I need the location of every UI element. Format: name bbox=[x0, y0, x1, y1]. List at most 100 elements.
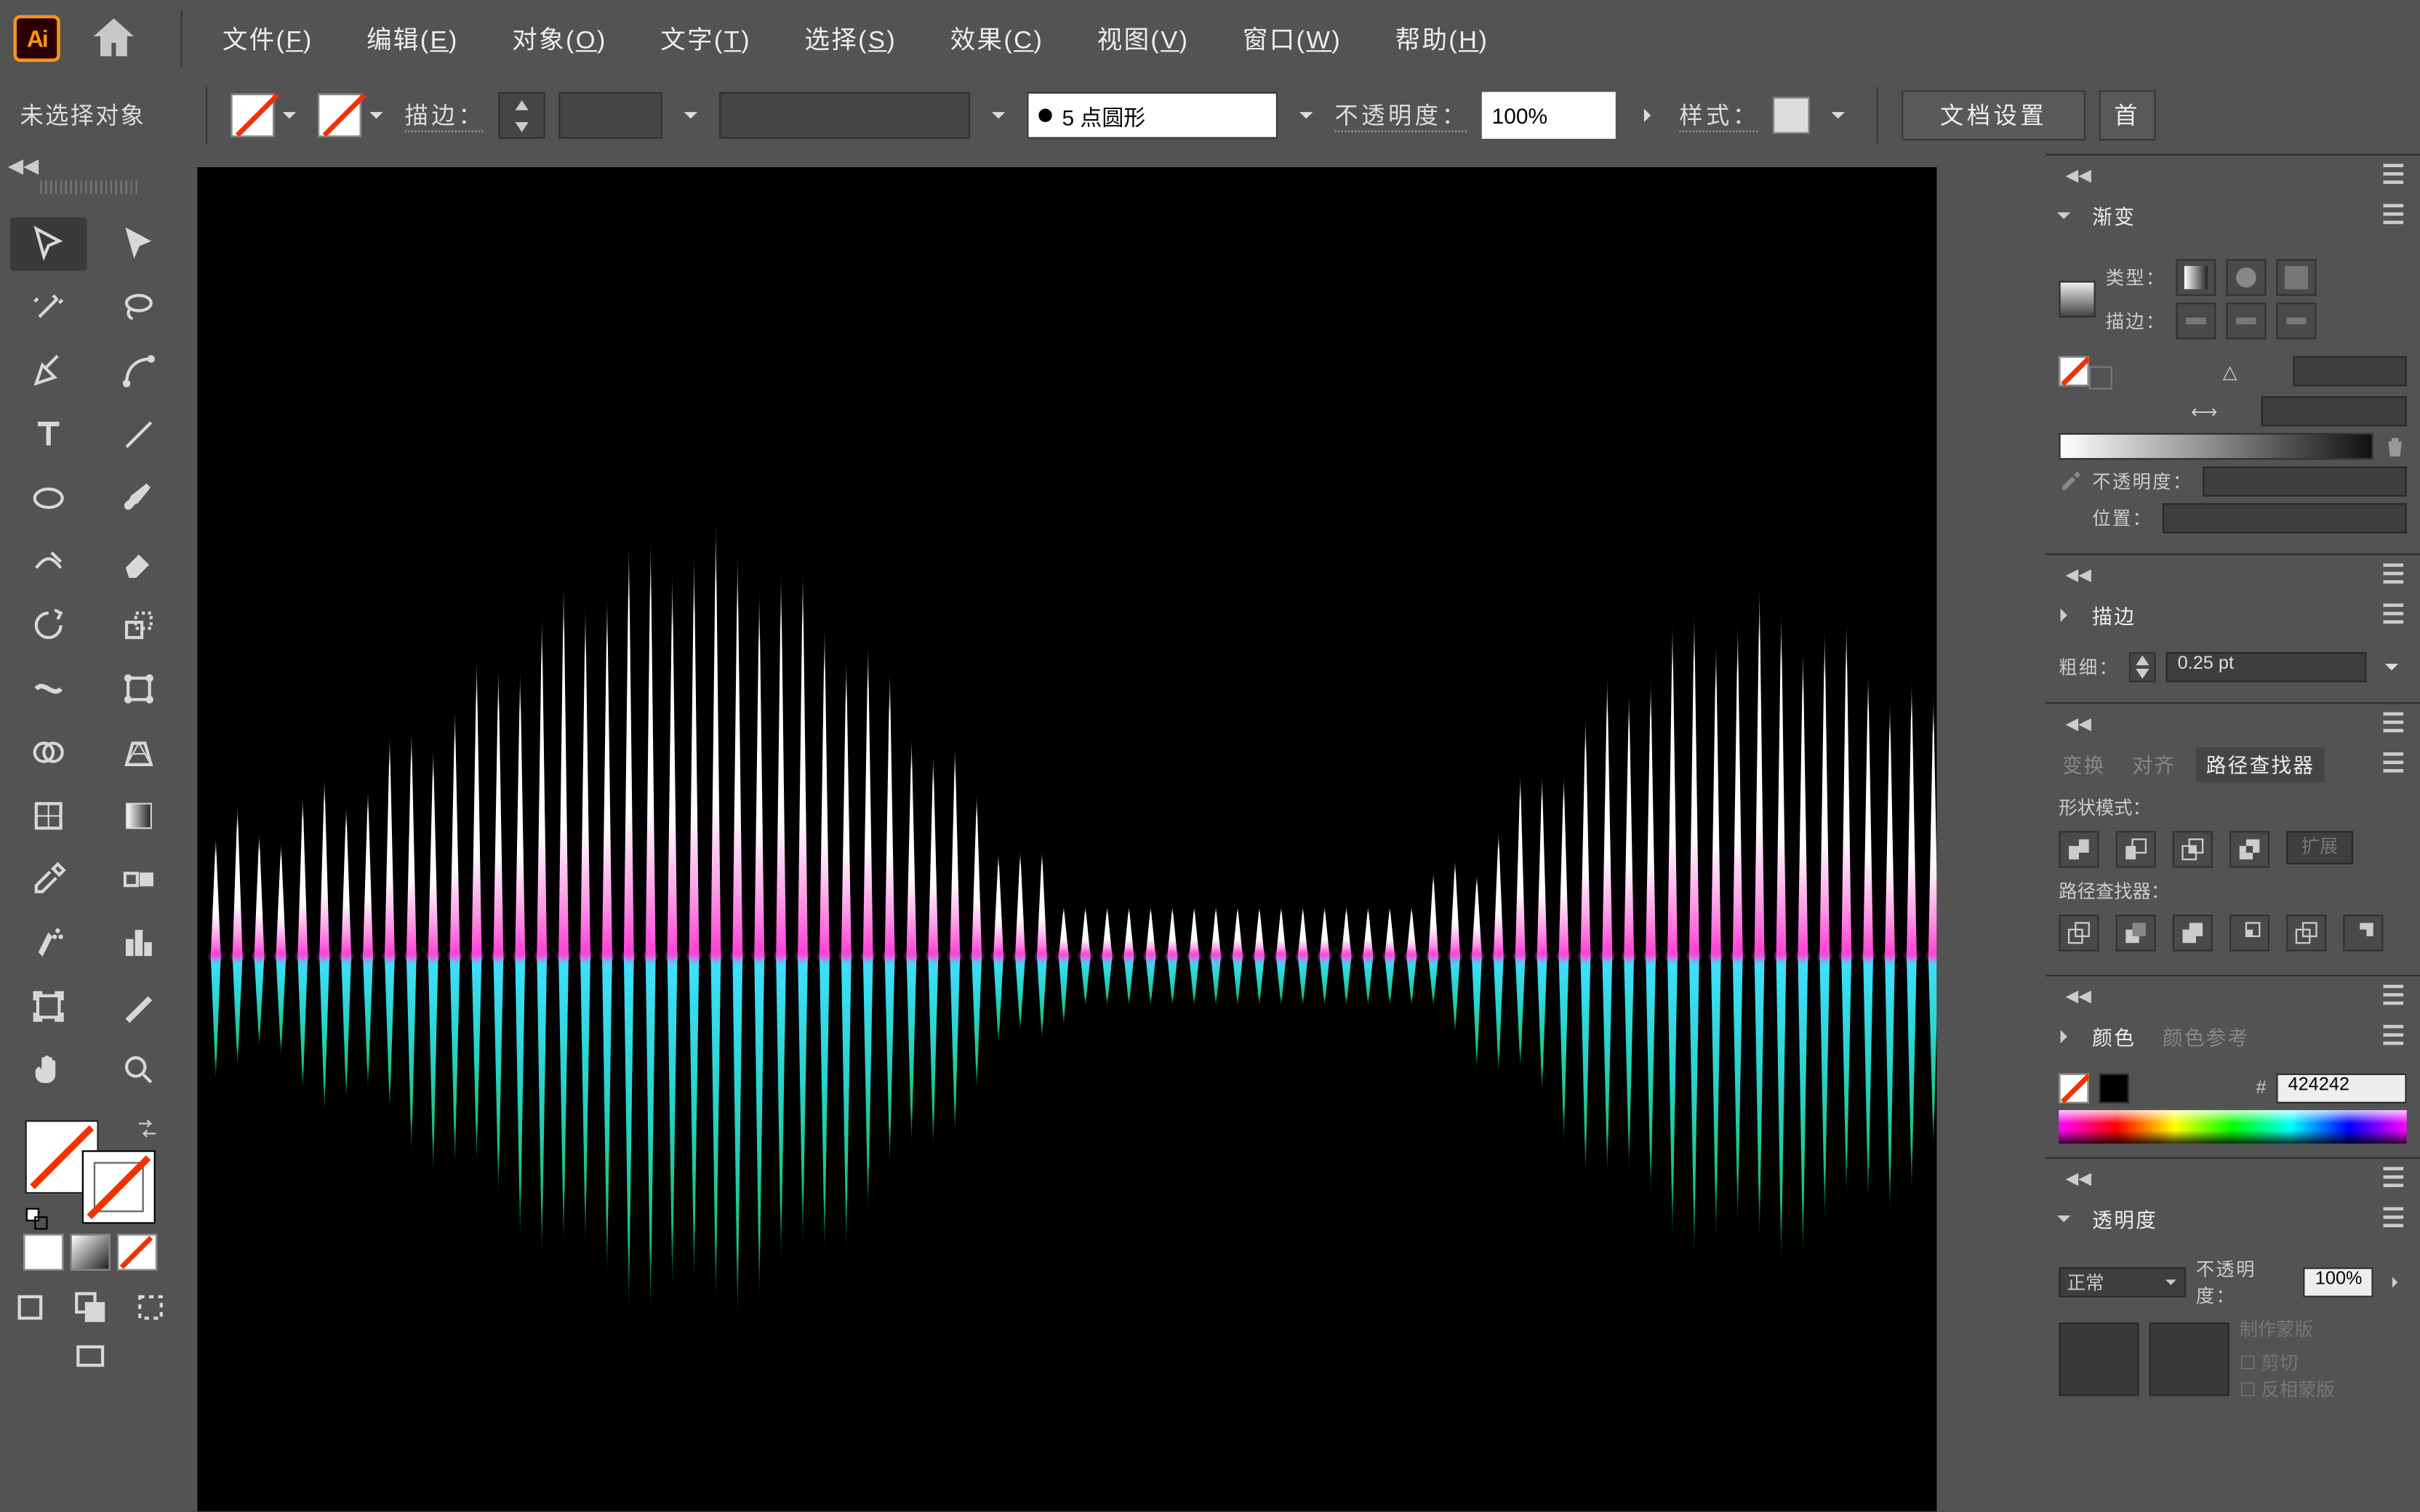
panel-collapse-icon[interactable]: ◀◀ bbox=[2066, 1170, 2091, 1188]
unite-icon[interactable] bbox=[2059, 831, 2099, 868]
blend-mode-dropdown[interactable]: 正常 bbox=[2059, 1267, 2186, 1297]
menu-window[interactable]: 窗口(W) bbox=[1219, 11, 1366, 66]
align-tab[interactable]: 对齐 bbox=[2125, 747, 2182, 781]
color-mode-solid[interactable] bbox=[23, 1234, 63, 1271]
radial-gradient-icon[interactable] bbox=[2226, 260, 2266, 297]
style-label[interactable]: 样式： bbox=[1679, 99, 1759, 132]
menu-help[interactable]: 帮助(H) bbox=[1371, 11, 1512, 66]
panel-menu-icon[interactable] bbox=[2380, 708, 2410, 740]
gradient-fill-swatch[interactable] bbox=[2089, 366, 2112, 390]
menu-file[interactable]: 文件(F) bbox=[199, 11, 337, 66]
brush-tool[interactable] bbox=[100, 472, 177, 526]
minus-back-icon[interactable] bbox=[2343, 914, 2383, 952]
invert-checkbox[interactable]: 反相蒙版 bbox=[2261, 1381, 2334, 1402]
graphic-style-dropdown[interactable] bbox=[1823, 94, 1853, 137]
panel-menu-icon[interactable] bbox=[2380, 1021, 2410, 1053]
merge-icon[interactable] bbox=[2173, 914, 2213, 952]
shape-builder-tool[interactable] bbox=[10, 725, 87, 779]
draw-behind-icon[interactable] bbox=[65, 1287, 116, 1327]
linear-gradient-icon[interactable] bbox=[2176, 260, 2216, 297]
panel-menu-icon[interactable] bbox=[2380, 559, 2410, 591]
expand-button[interactable]: 扩展 bbox=[2286, 831, 2353, 864]
trash-icon[interactable] bbox=[2384, 435, 2407, 458]
stroke-weight-value[interactable]: 0.25 pt bbox=[2166, 652, 2367, 682]
curvature-tool[interactable] bbox=[100, 345, 177, 398]
symbol-sprayer-tool[interactable] bbox=[10, 916, 87, 970]
gradient-preview[interactable] bbox=[2059, 281, 2096, 318]
color-mode-gradient[interactable] bbox=[71, 1234, 111, 1271]
stroke-weight-dropdown[interactable] bbox=[676, 94, 705, 137]
eyedropper-tool[interactable] bbox=[10, 853, 87, 906]
menu-type[interactable]: 文字(T) bbox=[637, 11, 774, 66]
color-mode-none[interactable] bbox=[117, 1234, 157, 1271]
gradient-angle-field[interactable] bbox=[2293, 356, 2406, 386]
home-icon[interactable] bbox=[87, 12, 141, 65]
panel-collapse-icon[interactable]: ◀◀ bbox=[2066, 566, 2091, 584]
tools-gripper[interactable] bbox=[40, 180, 137, 193]
minus-front-icon[interactable] bbox=[2116, 831, 2156, 868]
stroke-tab[interactable]: 描边 bbox=[2086, 598, 2142, 632]
chevron-right-icon[interactable] bbox=[2056, 607, 2072, 624]
shaper-tool[interactable] bbox=[10, 535, 87, 589]
eraser-tool[interactable] bbox=[100, 535, 177, 589]
grad-stop-location[interactable] bbox=[2163, 503, 2407, 533]
color-stroke-swatch[interactable] bbox=[2099, 1074, 2129, 1103]
cap-profile-field[interactable]: 5 点圆形 bbox=[1027, 92, 1278, 139]
pathfinder-tab[interactable]: 路径查找器 bbox=[2196, 747, 2325, 781]
width-tool[interactable] bbox=[10, 662, 87, 716]
stroke-weight-field[interactable] bbox=[558, 92, 662, 139]
column-graph-tool[interactable] bbox=[100, 916, 177, 970]
free-transform-tool[interactable] bbox=[100, 662, 177, 716]
gradient-tool[interactable] bbox=[100, 789, 177, 843]
color-spectrum[interactable] bbox=[2059, 1110, 2406, 1143]
perspective-tool[interactable] bbox=[100, 725, 177, 779]
preferences-button[interactable]: 首 bbox=[2099, 90, 2156, 140]
stroke-label[interactable]: 描边： bbox=[405, 99, 485, 132]
trans-opacity-field[interactable]: 100% bbox=[2304, 1267, 2374, 1297]
mask-thumb[interactable] bbox=[2059, 1322, 2139, 1396]
magic-wand-tool[interactable] bbox=[10, 281, 87, 334]
panel-menu-icon[interactable] bbox=[2380, 748, 2410, 780]
stroke-grad-along-icon[interactable] bbox=[2226, 302, 2266, 339]
opacity-label[interactable]: 不透明度： bbox=[1334, 99, 1468, 132]
graphic-style-swatch[interactable] bbox=[1773, 97, 1810, 134]
eyedropper-icon[interactable] bbox=[2059, 470, 2082, 493]
intersect-icon[interactable] bbox=[2173, 831, 2213, 868]
menu-object[interactable]: 对象(O) bbox=[489, 11, 630, 66]
color-guide-tab[interactable]: 颜色参考 bbox=[2156, 1019, 2256, 1054]
screen-mode-icon[interactable] bbox=[65, 1338, 116, 1378]
hand-tool[interactable] bbox=[10, 1043, 87, 1097]
panel-menu-icon[interactable] bbox=[2380, 600, 2410, 632]
grad-stop-opacity[interactable] bbox=[2203, 467, 2407, 496]
scale-tool[interactable] bbox=[100, 598, 177, 652]
menu-select[interactable]: 选择(S) bbox=[781, 11, 920, 66]
mask-thumb2[interactable] bbox=[2149, 1322, 2229, 1396]
selection-tool[interactable] bbox=[10, 217, 87, 271]
stroke-box[interactable] bbox=[82, 1150, 156, 1223]
fill-stroke-widget[interactable] bbox=[25, 1120, 156, 1224]
artboard[interactable] bbox=[197, 167, 1936, 1511]
color-fill-swatch[interactable] bbox=[2059, 1074, 2088, 1103]
clip-checkbox[interactable]: 剪切 bbox=[2261, 1354, 2298, 1375]
gradient-ramp[interactable] bbox=[2059, 433, 2373, 460]
stroke-grad-across-icon[interactable] bbox=[2276, 302, 2316, 339]
make-mask-label[interactable]: 制作蒙版 bbox=[2240, 1316, 2407, 1343]
swap-fill-stroke-icon[interactable] bbox=[135, 1117, 159, 1140]
rotate-tool[interactable] bbox=[10, 598, 87, 652]
transform-tab[interactable]: 变换 bbox=[2056, 747, 2112, 781]
chevron-down-icon[interactable] bbox=[2056, 1210, 2072, 1227]
zoom-tool[interactable] bbox=[100, 1043, 177, 1097]
opacity-arrow[interactable] bbox=[2384, 1267, 2406, 1297]
hex-field[interactable]: 424242 bbox=[2276, 1074, 2406, 1103]
draw-inside-icon[interactable] bbox=[126, 1287, 176, 1327]
panel-menu-icon[interactable] bbox=[2380, 981, 2410, 1013]
color-tab[interactable]: 颜色 bbox=[2086, 1019, 2142, 1054]
freeform-gradient-icon[interactable] bbox=[2276, 260, 2316, 297]
gradient-tab[interactable]: 渐变 bbox=[2086, 198, 2142, 233]
brush-def-field[interactable] bbox=[719, 92, 970, 139]
opacity-field[interactable]: 100% bbox=[1482, 92, 1616, 139]
crop-icon[interactable] bbox=[2229, 914, 2269, 952]
gradient-aspect-field[interactable] bbox=[2261, 396, 2407, 426]
lasso-tool[interactable] bbox=[100, 281, 177, 334]
tools-collapse-icon[interactable]: ◀◀ bbox=[0, 154, 47, 177]
